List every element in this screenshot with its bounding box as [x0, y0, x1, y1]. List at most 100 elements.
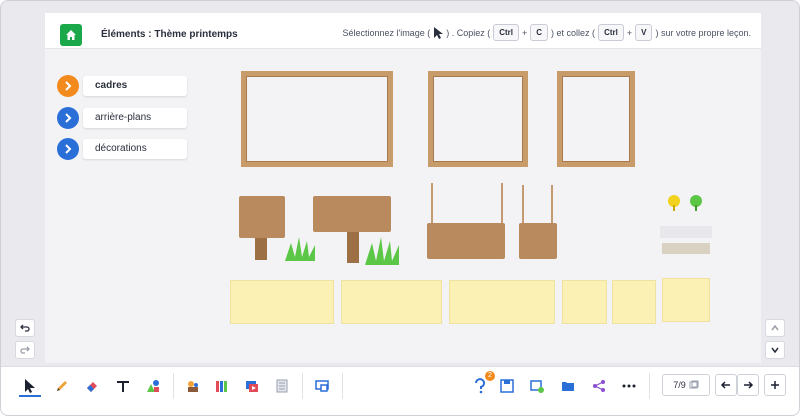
undo-icon	[20, 324, 30, 332]
pin-icon[interactable]	[689, 195, 703, 211]
slide-header: Éléments : Thème printemps Sélectionnez …	[45, 13, 761, 49]
chevron-right-icon	[57, 138, 79, 160]
shapes-tool[interactable]	[142, 375, 164, 397]
redo-button[interactable]	[15, 341, 35, 359]
plus-sign: +	[522, 27, 528, 38]
characters-icon	[188, 381, 198, 392]
scroll-down-button[interactable]	[765, 341, 785, 359]
next-page-button[interactable]	[737, 374, 759, 396]
history-controls	[15, 319, 37, 363]
wooden-frame-square[interactable]	[428, 71, 528, 167]
previous-page-button[interactable]	[715, 374, 737, 396]
chevron-up-icon	[771, 324, 779, 331]
tape-beige[interactable]	[662, 243, 710, 254]
arrow-right-icon	[744, 381, 754, 389]
wooden-sign-2[interactable]	[313, 196, 391, 232]
toolbar-divider	[173, 373, 174, 399]
slides-icon	[689, 380, 699, 389]
rope-right	[501, 183, 503, 223]
active-tool-indicator	[19, 395, 41, 397]
toolbar-divider	[302, 373, 303, 399]
hanging-sign-wide[interactable]	[427, 223, 505, 259]
rope-right	[551, 185, 553, 223]
plus-sign: +	[626, 27, 633, 38]
home-button[interactable]	[60, 24, 82, 46]
page-indicator[interactable]: 7/9	[662, 374, 710, 396]
cursor-icon	[434, 26, 444, 39]
tape-light[interactable]	[660, 226, 712, 238]
arrow-left-icon	[720, 381, 730, 389]
instruction-text-1: Sélectionnez l'image (	[342, 27, 431, 38]
ctrl-key: Ctrl	[493, 24, 519, 41]
hanging-sign-small[interactable]	[519, 223, 557, 259]
toolbar-divider	[342, 373, 343, 399]
wooden-sign-post	[255, 238, 267, 260]
copy-instruction: Sélectionnez l'image ( ) . Copiez ( Ctrl…	[342, 24, 751, 41]
library-tool[interactable]	[211, 375, 233, 397]
library-icon	[216, 381, 227, 392]
add-slide-button[interactable]	[526, 375, 548, 397]
pencil-icon	[57, 381, 67, 391]
pencil-tool[interactable]	[51, 375, 73, 397]
wooden-sign-post	[347, 232, 359, 263]
toolbar-divider	[649, 373, 650, 399]
paper-note-6[interactable]	[662, 278, 710, 322]
open-folder-button[interactable]	[557, 375, 579, 397]
plus-icon	[771, 381, 779, 389]
v-key: V	[635, 24, 653, 41]
category-cadres[interactable]: cadres	[57, 75, 187, 97]
select-tool[interactable]	[19, 375, 41, 397]
help-button[interactable]: 2	[469, 371, 495, 397]
eraser-tool[interactable]	[81, 375, 103, 397]
screen-tool[interactable]	[311, 375, 333, 397]
category-decorations[interactable]: décorations	[57, 138, 187, 160]
page-title: Éléments : Thème printemps	[101, 29, 238, 40]
instruction-text-2: ) . Copiez (	[446, 27, 491, 38]
notes-icon	[276, 379, 288, 393]
save-icon	[500, 379, 514, 393]
paper-note-2[interactable]	[341, 280, 442, 324]
grass-icon[interactable]	[283, 235, 317, 261]
category-label: arrière-plans	[83, 108, 187, 128]
add-page-button[interactable]	[764, 374, 786, 396]
pin-icon[interactable]	[667, 195, 681, 211]
share-button[interactable]	[588, 375, 610, 397]
wooden-frame-tall[interactable]	[557, 71, 635, 167]
bottom-toolbar: 2 7/9	[1, 366, 799, 415]
chevron-right-icon	[57, 75, 79, 97]
undo-button[interactable]	[15, 319, 35, 337]
notes-tool[interactable]	[271, 375, 293, 397]
characters-tool[interactable]	[182, 375, 204, 397]
paper-note-3[interactable]	[449, 280, 555, 324]
media-tool[interactable]	[241, 375, 263, 397]
chevron-right-icon	[57, 107, 79, 129]
scroll-up-button[interactable]	[765, 319, 785, 337]
share-icon	[593, 380, 605, 392]
category-label: cadres	[83, 76, 187, 96]
category-arriere-plans[interactable]: arrière-plans	[57, 107, 187, 129]
screen-icon	[315, 380, 329, 392]
rope-left	[431, 183, 433, 223]
paper-note-1[interactable]	[230, 280, 334, 324]
scroll-controls	[765, 319, 787, 363]
slide-canvas[interactable]: Éléments : Thème printemps Sélectionnez …	[45, 13, 761, 363]
text-tool[interactable]	[112, 375, 134, 397]
wooden-sign-1[interactable]	[239, 196, 285, 238]
help-icon	[475, 378, 485, 394]
folder-icon	[562, 382, 574, 391]
rope-left	[522, 185, 524, 223]
wooden-frame-large[interactable]	[241, 71, 393, 167]
page-number: 7/9	[673, 380, 686, 390]
instruction-text-3: ) et collez (	[551, 27, 596, 38]
paper-note-5[interactable]	[612, 280, 656, 324]
add-slide-icon	[530, 380, 544, 393]
paper-note-4[interactable]	[562, 280, 607, 324]
shapes-icon	[147, 380, 159, 392]
redo-icon	[20, 346, 30, 354]
grass-icon[interactable]	[363, 235, 401, 265]
more-button[interactable]	[618, 375, 640, 397]
instruction-text-4: ) sur votre propre leçon.	[655, 27, 751, 38]
save-button[interactable]	[496, 375, 518, 397]
more-icon	[622, 384, 636, 388]
select-icon	[25, 379, 35, 393]
